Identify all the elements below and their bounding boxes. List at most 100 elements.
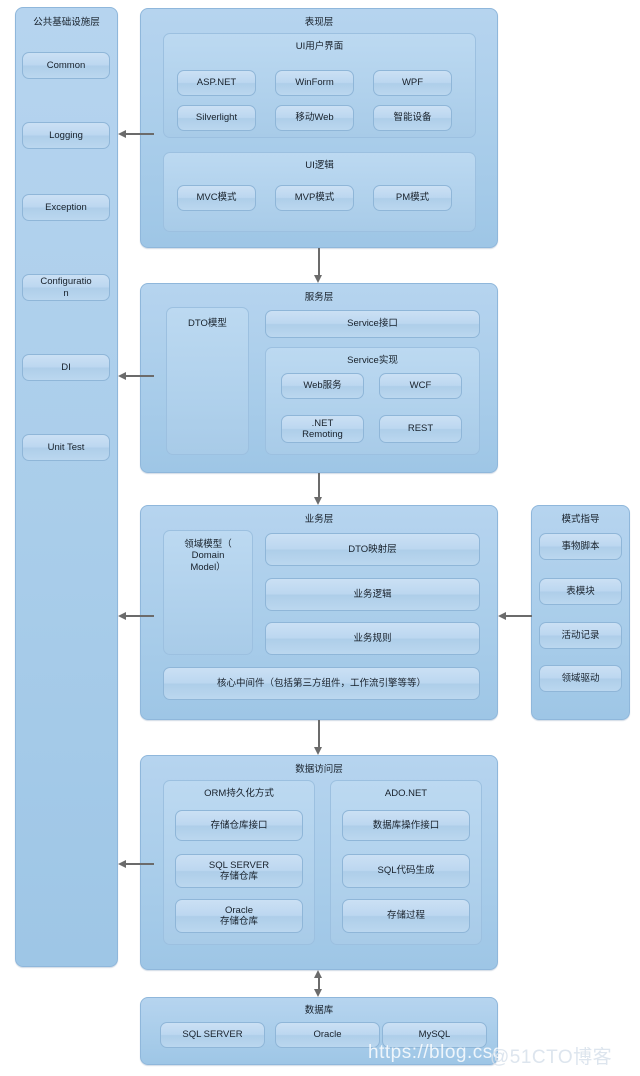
arrow-dataaccess-up xyxy=(314,970,323,978)
database-item-mysql[interactable]: MySQL xyxy=(382,1022,487,1048)
arrow-service-to-infrastructure xyxy=(118,371,126,380)
service-layer-title: 服务层 xyxy=(304,292,334,303)
connector-dataaccess-to-infrastructure xyxy=(126,863,154,865)
ui-logic-item-label: PM模式 xyxy=(395,192,430,204)
arrow-dataaccess-to-infrastructure xyxy=(118,859,126,868)
business-layer-title: 业务层 xyxy=(304,514,334,525)
service-interface-label: Service接口 xyxy=(347,318,398,330)
arrow-business-to-dataaccess xyxy=(314,747,323,755)
ado-item-label: 数据库操作接口 xyxy=(372,819,440,831)
ui-item-wpf[interactable]: WPF xyxy=(373,70,452,96)
core-middleware-label: 核心中间件（包括第三方组件，工作流引擎等等） xyxy=(216,677,426,689)
ui-item-label: 移动Web xyxy=(295,112,334,124)
pattern-item-domain-driven[interactable]: 领域驱动 xyxy=(539,665,622,692)
ui-item-label: Silverlight xyxy=(195,112,238,124)
service-impl-item-label: .NET Remoting xyxy=(302,417,343,440)
ui-item-winform[interactable]: WinForm xyxy=(275,70,354,96)
pattern-item-transaction-script[interactable]: 事物脚本 xyxy=(539,533,622,560)
orm-item-oracle-repository[interactable]: Oracle 存储仓库 xyxy=(175,899,303,933)
service-impl-item-web-service[interactable]: Web服务 xyxy=(281,373,364,399)
connector-service-to-infrastructure xyxy=(126,375,154,377)
ui-item-label: WPF xyxy=(401,77,424,89)
domain-model-group: 领域模型（ Domain Model） xyxy=(163,530,253,655)
connector-service-to-business xyxy=(318,473,320,497)
ado-item-stored-procedure[interactable]: 存储过程 xyxy=(342,899,470,933)
ado-item-label: 存储过程 xyxy=(386,910,425,922)
ui-item-label: WinForm xyxy=(295,77,334,89)
ado-item-sql-codegen[interactable]: SQL代码生成 xyxy=(342,854,470,888)
infrastructure-item-configuration[interactable]: Configuratio n xyxy=(22,274,110,301)
infrastructure-item-label: Configuratio n xyxy=(40,276,92,299)
infrastructure-item-di[interactable]: DI xyxy=(22,354,110,381)
service-impl-title: Service实现 xyxy=(347,355,398,366)
ui-logic-item-label: MVP模式 xyxy=(294,192,335,204)
connector-business-to-dataaccess xyxy=(318,720,320,747)
infrastructure-item-logging[interactable]: Logging xyxy=(22,122,110,149)
pattern-item-label: 表模块 xyxy=(566,585,595,597)
orm-item-repository-interface[interactable]: 存储仓库接口 xyxy=(175,810,303,841)
business-item-label: 业务规则 xyxy=(353,632,392,644)
service-impl-item-rest[interactable]: REST xyxy=(379,415,462,443)
orm-item-sqlserver-repository[interactable]: SQL SERVER 存储仓库 xyxy=(175,854,303,888)
arrow-business-to-infrastructure xyxy=(118,611,126,620)
business-item-logic[interactable]: 业务逻辑 xyxy=(265,578,480,611)
ui-item-smart-device[interactable]: 智能设备 xyxy=(373,105,452,131)
service-impl-item-label: Web服务 xyxy=(303,380,342,392)
domain-model-label: 领域模型（ Domain Model） xyxy=(184,539,232,573)
ui-logic-item-label: MVC模式 xyxy=(196,192,237,204)
ui-logic-item-pm[interactable]: PM模式 xyxy=(373,185,452,211)
business-item-label: 业务逻辑 xyxy=(353,588,392,600)
pattern-item-active-record[interactable]: 活动记录 xyxy=(539,622,622,649)
service-impl-item-label: WCF xyxy=(409,380,432,392)
ui-logic-item-mvc[interactable]: MVC模式 xyxy=(177,185,256,211)
ui-item-label: ASP.NET xyxy=(196,77,237,89)
business-item-dto-mapping[interactable]: DTO映射层 xyxy=(265,533,480,566)
arrow-presentation-to-infrastructure xyxy=(118,129,126,138)
connector-business-to-infrastructure xyxy=(126,615,154,617)
ui-item-asp-net[interactable]: ASP.NET xyxy=(177,70,256,96)
ui-item-silverlight[interactable]: Silverlight xyxy=(177,105,256,131)
database-item-label: Oracle xyxy=(313,1029,342,1041)
connector-dataaccess-to-database xyxy=(318,978,320,989)
database-item-label: MySQL xyxy=(418,1029,451,1041)
ui-logic-item-mvp[interactable]: MVP模式 xyxy=(275,185,354,211)
ui-item-mobile-web[interactable]: 移动Web xyxy=(275,105,354,131)
infrastructure-item-label: Exception xyxy=(45,201,87,213)
patterns-guide-title: 模式指导 xyxy=(561,514,600,525)
ui-item-label: 智能设备 xyxy=(393,112,432,124)
infrastructure-layer-panel: 公共基础设施层 xyxy=(15,7,118,967)
infrastructure-item-common[interactable]: Common xyxy=(22,52,110,79)
dto-model-label: DTO模型 xyxy=(188,318,227,329)
service-impl-item-wcf[interactable]: WCF xyxy=(379,373,462,399)
ado-net-group-title: ADO.NET xyxy=(384,788,428,799)
infrastructure-item-label: Unit Test xyxy=(47,441,85,453)
ui-logic-group-title: UI逻辑 xyxy=(305,160,334,171)
dto-model-group: DTO模型 xyxy=(166,307,249,455)
connector-presentation-to-service xyxy=(318,248,320,275)
database-item-sql-server[interactable]: SQL SERVER xyxy=(160,1022,265,1048)
ado-item-db-operation-interface[interactable]: 数据库操作接口 xyxy=(342,810,470,841)
infrastructure-item-unit-test[interactable]: Unit Test xyxy=(22,434,110,461)
infrastructure-item-label: DI xyxy=(61,361,71,373)
ado-item-label: SQL代码生成 xyxy=(377,865,435,877)
orm-item-label: SQL SERVER 存储仓库 xyxy=(208,859,270,882)
pattern-item-table-module[interactable]: 表模块 xyxy=(539,578,622,605)
arrow-presentation-to-service xyxy=(314,275,323,283)
infrastructure-item-exception[interactable]: Exception xyxy=(22,194,110,221)
ui-interface-group-title: UI用户界面 xyxy=(295,41,344,52)
watermark-51cto: @51CTO博客 xyxy=(490,1047,613,1068)
service-impl-item-label: REST xyxy=(407,423,434,435)
core-middleware-box[interactable]: 核心中间件（包括第三方组件，工作流引擎等等） xyxy=(163,667,480,700)
pattern-item-label: 领域驱动 xyxy=(561,672,600,684)
service-impl-item-net-remoting[interactable]: .NET Remoting xyxy=(281,415,364,443)
data-access-layer-title: 数据访问层 xyxy=(295,764,343,775)
database-item-label: SQL SERVER xyxy=(182,1029,243,1041)
connector-patterns-to-business xyxy=(506,615,532,617)
arrow-patterns-to-business xyxy=(498,611,506,620)
infrastructure-item-label: Logging xyxy=(49,129,83,141)
service-interface-box[interactable]: Service接口 xyxy=(265,310,480,338)
business-item-rules[interactable]: 业务规则 xyxy=(265,622,480,655)
orm-group-title: ORM持久化方式 xyxy=(204,788,274,799)
pattern-item-label: 活动记录 xyxy=(561,629,600,641)
database-item-oracle[interactable]: Oracle xyxy=(275,1022,380,1048)
